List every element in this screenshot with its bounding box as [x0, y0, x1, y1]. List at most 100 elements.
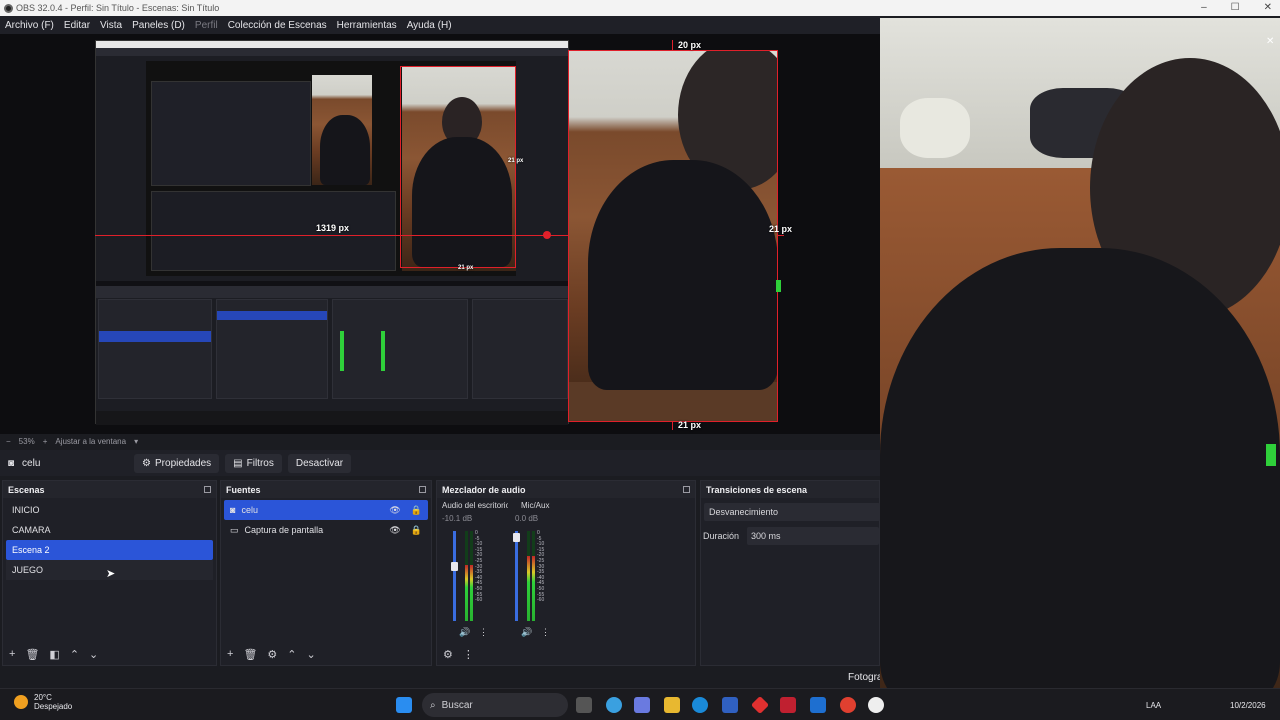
menu-herramientas[interactable]: Herramientas	[332, 20, 402, 31]
source-name: Captura de pantalla	[244, 525, 324, 535]
copilot-icon[interactable]	[606, 697, 622, 713]
lock-icon[interactable]: 🔒	[411, 505, 422, 516]
monitor-icon: ▭	[230, 524, 239, 535]
taskbar-search[interactable]: ⌕ Buscar	[422, 693, 568, 717]
language-indicator[interactable]: LAA	[1146, 701, 1161, 710]
scene-item-escena-2[interactable]: Escena 2	[6, 540, 213, 560]
more-icon[interactable]: ⋮	[541, 627, 550, 638]
lock-icon[interactable]: 🔒	[411, 525, 422, 536]
scene-item-camara[interactable]: CAMARA	[6, 520, 213, 540]
minimize-icon[interactable]: –	[1201, 0, 1207, 16]
mixer-settings-icon[interactable]: ⚙	[443, 648, 453, 661]
more-icon[interactable]: ⋮	[463, 648, 474, 661]
menu-vista[interactable]: Vista	[95, 20, 127, 31]
windows-taskbar: 20°C Despejado ⌕ Buscar LAA 10/2/2026	[0, 688, 1280, 720]
widgets-icon[interactable]	[634, 697, 650, 713]
undock-icon[interactable]	[683, 486, 690, 493]
undock-icon[interactable]	[204, 486, 211, 493]
source-selection-box[interactable]	[568, 50, 778, 422]
zoom-level: 53%	[18, 436, 35, 446]
scenes-header: Escenas	[3, 481, 216, 498]
fit-window-label[interactable]: Ajustar a la ventana	[55, 437, 126, 446]
zoom-out-button[interactable]: −	[6, 437, 11, 446]
volume-fader-track[interactable]	[515, 531, 518, 621]
move-down-icon[interactable]: ⌄	[89, 648, 98, 661]
task-view-icon[interactable]	[576, 697, 592, 713]
deactivate-button[interactable]: Desactivar	[287, 453, 352, 473]
add-source-icon[interactable]: +	[227, 648, 233, 661]
scene-filter-icon[interactable]: ◧	[49, 648, 59, 661]
menu-paneles[interactable]: Paneles (D)	[127, 20, 190, 31]
menu-editar[interactable]: Editar	[59, 20, 95, 31]
camera-icon: ◙	[8, 457, 15, 469]
close-icon[interactable]: ✕	[1264, 0, 1272, 16]
chrome-icon[interactable]	[840, 697, 856, 713]
filter-icon: ▤	[233, 457, 243, 469]
weather-widget[interactable]: 20°C Despejado	[14, 693, 72, 711]
windows-start-icon[interactable]	[396, 697, 412, 713]
audio-meter: 0 -5 -10 -15 -20 -25 -30 -35 -40 -45 -50 -55 -60	[451, 530, 501, 621]
properties-button[interactable]: ⚙ Propiedades	[134, 453, 220, 473]
eye-icon[interactable]: 👁	[389, 505, 400, 516]
gear-icon[interactable]: ⚙	[267, 648, 277, 661]
move-up-icon[interactable]: ⌃	[287, 648, 296, 661]
add-scene-icon[interactable]: +	[9, 648, 15, 661]
undock-icon[interactable]	[419, 486, 426, 493]
webcam-overlay	[880, 18, 1280, 702]
transitions-dock: Transiciones de escena Desvanecimiento D…	[700, 480, 880, 666]
nested-bottom-label: 21 px	[458, 265, 474, 271]
zoom-in-button[interactable]: +	[43, 437, 48, 446]
search-placeholder: Buscar	[441, 699, 473, 711]
sources-title: Fuentes	[226, 484, 261, 495]
weather-sun-icon	[14, 695, 28, 709]
store-icon[interactable]	[722, 697, 738, 713]
speaker-icon[interactable]: 🔊	[521, 627, 532, 638]
filters-button[interactable]: ▤ Filtros	[225, 453, 282, 473]
audio-meter: 0 -5 -10 -15 -20 -25 -30 -35 -40 -45 -50 -55 -60	[513, 530, 563, 621]
eye-icon[interactable]: 👁	[389, 525, 400, 536]
source-name: celu	[241, 505, 258, 515]
meter-edge	[1266, 444, 1276, 466]
app-shield-icon[interactable]	[780, 697, 796, 713]
meter-bar-level	[532, 556, 535, 621]
camera-icon: ◙	[230, 505, 236, 515]
menu-perfil[interactable]: Perfil	[190, 20, 223, 31]
more-icon[interactable]: ⋮	[479, 627, 488, 638]
resize-handle[interactable]	[543, 231, 551, 239]
meter-tick-label: -60	[537, 597, 545, 604]
meter-bar-level	[527, 556, 530, 621]
window-titlebar: OBS 32.0.4 - Perfil: Sin Título - Escena…	[0, 0, 1280, 16]
scene-item-inicio[interactable]: INICIO	[6, 500, 213, 520]
volume-fader-knob[interactable]	[451, 561, 458, 571]
channel-name: Audio del escritorio	[442, 501, 508, 510]
meter-bar-level	[470, 565, 473, 621]
obs-taskbar-icon[interactable]	[868, 697, 884, 713]
nested-center-label: 1319 px	[316, 223, 350, 233]
menu-archivo[interactable]: Archivo (F)	[0, 20, 59, 31]
trash-icon[interactable]: 🗑	[243, 648, 257, 661]
guide-label-right: 21 px	[769, 224, 793, 234]
transition-select[interactable]: Desvanecimiento	[704, 503, 880, 521]
gear-icon: ⚙	[142, 457, 152, 469]
outlook-icon[interactable]	[810, 697, 826, 713]
trash-icon[interactable]: 🗑	[25, 648, 39, 661]
edge-icon[interactable]	[692, 697, 708, 713]
speaker-icon[interactable]: 🔊	[459, 627, 470, 638]
clock-date[interactable]: 10/2/2026	[1230, 701, 1266, 710]
status-text: Fotogra	[848, 672, 883, 683]
volume-fader-track[interactable]	[453, 531, 456, 621]
chevron-down-icon[interactable]: ▾	[134, 437, 138, 446]
menu-ayuda[interactable]: Ayuda (H)	[402, 20, 457, 31]
maximize-icon[interactable]: ☐	[1231, 0, 1240, 16]
duration-input[interactable]: 300 ms	[747, 527, 879, 545]
source-item-celu[interactable]: ◙ celu 👁 🔒	[224, 500, 428, 520]
close-icon[interactable]: ✕	[1266, 36, 1274, 47]
source-item-captura[interactable]: ▭ Captura de pantalla 👁 🔒	[224, 520, 428, 540]
file-explorer-icon[interactable]	[664, 697, 680, 713]
app-diamond-icon[interactable]	[750, 695, 770, 715]
move-down-icon[interactable]: ⌄	[307, 648, 316, 661]
channel-db: 0.0 dB	[515, 514, 539, 523]
menu-coleccion[interactable]: Colección de Escenas	[223, 20, 332, 31]
volume-fader-knob[interactable]	[513, 532, 520, 542]
move-up-icon[interactable]: ⌃	[70, 648, 79, 661]
